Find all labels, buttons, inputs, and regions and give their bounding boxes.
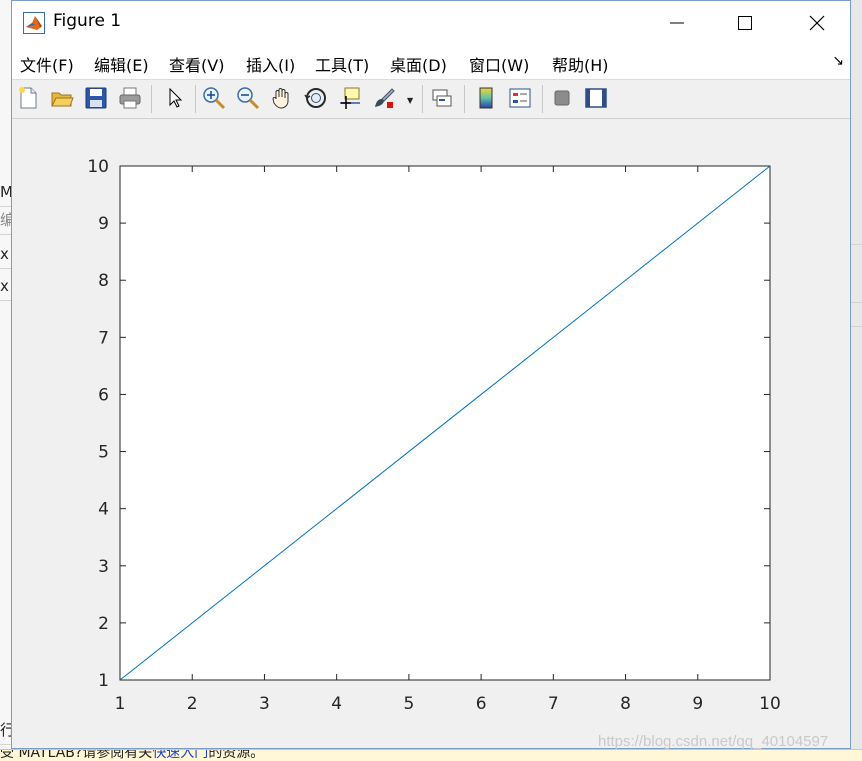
x-tick-label: 5 xyxy=(403,694,414,714)
y-tick-label: 4 xyxy=(98,500,109,520)
x-tick-label: 4 xyxy=(331,694,342,714)
y-tick-label: 10 xyxy=(87,157,109,177)
y-tick-label: 5 xyxy=(98,443,109,463)
x-tick-label: 3 xyxy=(259,694,270,714)
y-tick-label: 9 xyxy=(98,214,109,234)
y-tick-label: 1 xyxy=(98,671,109,691)
x-tick-label: 1 xyxy=(115,694,126,714)
x-tick-label: 2 xyxy=(187,694,198,714)
x-tick-label: 7 xyxy=(548,694,559,714)
x-tick-label: 10 xyxy=(759,694,781,714)
y-tick-label: 3 xyxy=(98,557,109,577)
y-tick-label: 6 xyxy=(98,385,109,405)
x-tick-label: 8 xyxy=(620,694,631,714)
plot-axes[interactable]: 1 2 3 4 5 6 7 8 9 10 1 2 3 4 5 6 7 8 9 10 xyxy=(0,0,862,760)
csdn-watermark: https://blog.csdn.net/qq_40104597 xyxy=(598,733,829,750)
x-tick-label: 6 xyxy=(476,694,487,714)
x-tick-label: 9 xyxy=(692,694,703,714)
y-tick-label: 8 xyxy=(98,271,109,291)
y-tick-label: 2 xyxy=(98,614,109,634)
y-tick-label: 7 xyxy=(98,328,109,348)
